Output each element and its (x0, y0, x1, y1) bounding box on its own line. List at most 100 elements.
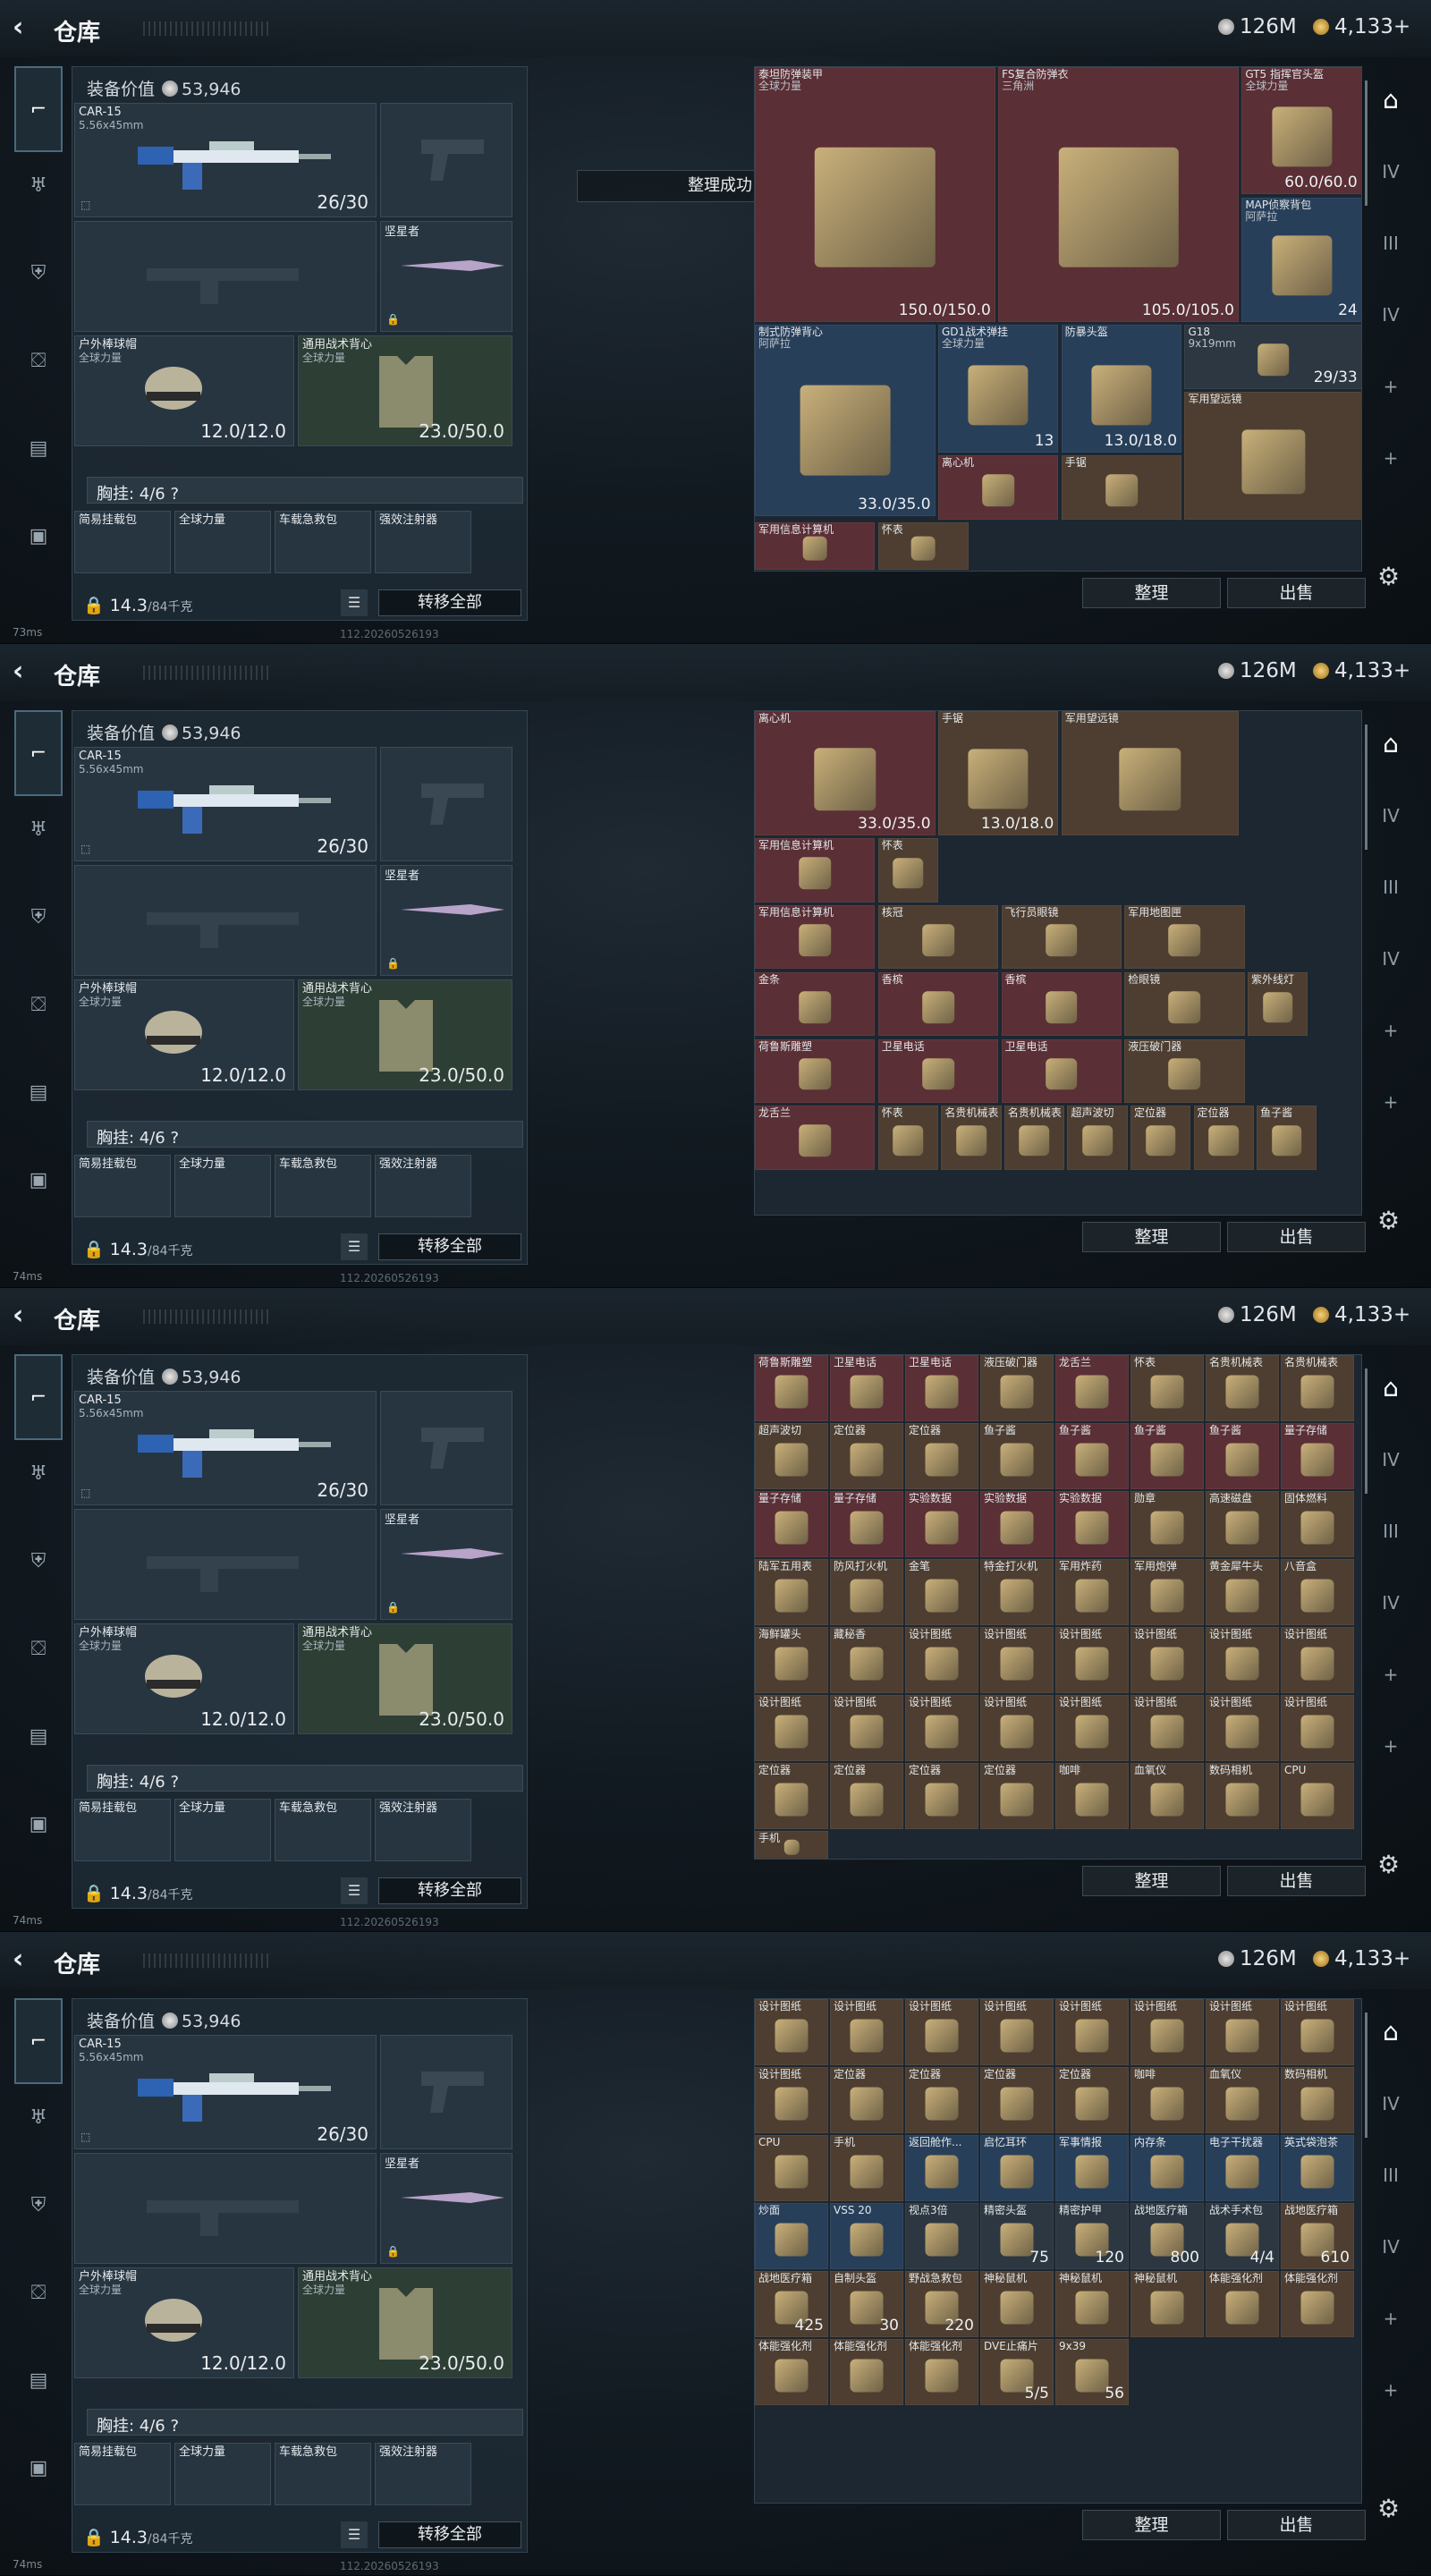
chest-rig-bar[interactable]: 胸挂: 4/6 ? (87, 2409, 523, 2436)
melee-slot[interactable]: 坚星者 🔒 (380, 221, 512, 332)
stash-page-tab[interactable]: + (1371, 438, 1410, 478)
stash-item[interactable]: 定位器 (980, 1763, 1054, 1829)
chest-rig-bar[interactable]: 胸挂: 4/6 ? (87, 1765, 523, 1792)
stash-item[interactable]: MAP侦察背包 阿萨拉 24 (1241, 197, 1361, 322)
stash-item[interactable]: 实验数据 (1055, 1491, 1129, 1557)
weapon-icon[interactable]: ⌐ (14, 1998, 63, 2084)
stash-item[interactable]: 定位器 (830, 1423, 903, 1489)
stash-item[interactable]: 设计图纸 (1206, 1695, 1279, 1761)
stash-item[interactable]: 紫外线灯 (1248, 971, 1308, 1037)
backpack-icon[interactable]: ⛋ (14, 336, 63, 385)
stash-item[interactable]: 卫星电话 (905, 1355, 978, 1421)
home-icon[interactable]: ⌂ (1371, 1368, 1410, 1408)
home-icon[interactable]: ⌂ (1371, 2012, 1410, 2052)
stash-item[interactable]: 名贵机械表 (1206, 1355, 1279, 1421)
stash-item[interactable]: 内存条 (1130, 2135, 1204, 2201)
stash-item[interactable]: 炒面 (755, 2203, 828, 2269)
list-view-icon[interactable]: ☰ (341, 2521, 368, 2548)
helmet-slot[interactable]: 户外棒球帽 全球力量 12.0/12.0 (74, 979, 294, 1090)
stash-page-tab[interactable]: + (1371, 1082, 1410, 1122)
stash-item[interactable]: 量子存储 (1281, 1423, 1354, 1489)
back-arrow-icon[interactable]: ‹ (13, 1945, 23, 1975)
stash-page-tab[interactable]: IV (1371, 1583, 1410, 1623)
stash-item[interactable]: 金笔 (905, 1559, 978, 1625)
stash-item[interactable]: 设计图纸 (1130, 1695, 1204, 1761)
transfer-all-button[interactable]: 转移全部 (378, 1233, 521, 1260)
sell-button[interactable]: 出售 (1227, 1222, 1366, 1252)
case-icon[interactable]: ▣ (14, 1156, 63, 1204)
stash-item[interactable]: 设计图纸 (1055, 1999, 1129, 2065)
stash-item[interactable]: 数码相机 (1206, 1763, 1279, 1829)
stash-item[interactable]: 量子存储 (830, 1491, 903, 1557)
stash-item[interactable]: 战地医疗箱 800 (1130, 2203, 1204, 2269)
chest-rig-slot[interactable]: 强效注射器 (375, 511, 471, 573)
chest-rig-slot[interactable]: 强效注射器 (375, 1155, 471, 1217)
stash-item[interactable]: 八音盒 (1281, 1559, 1354, 1625)
stash-item[interactable]: 名贵机械表 (1003, 1106, 1065, 1170)
vest-icon[interactable]: ⛨ (14, 1537, 63, 1585)
backpack-icon[interactable]: ⛋ (14, 2268, 63, 2317)
stash-item[interactable]: 精密护甲 120 (1055, 2203, 1129, 2269)
sidearm-slot[interactable] (380, 1391, 512, 1505)
stash-item[interactable]: 设计图纸 (905, 1695, 978, 1761)
stash-scrollbar[interactable] (1365, 724, 1367, 850)
armor-icon[interactable]: ♅ (14, 2093, 63, 2141)
chest-rig-bar[interactable]: 胸挂: 4/6 ? (87, 1121, 523, 1148)
stash-item[interactable]: 名贵机械表 (941, 1106, 1002, 1170)
stash-item[interactable]: 定位器 (980, 2067, 1054, 2133)
stash-item[interactable]: 鱼子酱 (980, 1423, 1054, 1489)
stash-item[interactable]: 定位器 (830, 2067, 903, 2133)
stash-item[interactable]: 定位器 (905, 2067, 978, 2133)
stash-item[interactable]: 军用望远镜 (1184, 392, 1361, 520)
stash-item[interactable]: GD1战术弹挂 全球力量 13 (937, 325, 1059, 453)
stash-scrollbar[interactable] (1365, 2012, 1367, 2138)
container-icon[interactable]: ▤ (14, 2356, 63, 2404)
primary-weapon-slot[interactable]: CAR-15 5.56x45mm 26/30 ⬚ (74, 747, 377, 861)
stash-item[interactable]: 神秘鼠机 (980, 2271, 1054, 2337)
container-icon[interactable]: ▤ (14, 1068, 63, 1116)
stash-item[interactable]: 设计图纸 (1281, 1999, 1354, 2065)
chest-rig-slot[interactable]: 全球力量 (174, 2443, 271, 2505)
stash-item[interactable]: 体能强化剂 (905, 2339, 978, 2405)
melee-slot[interactable]: 坚星者 🔒 (380, 865, 512, 976)
transfer-all-button[interactable]: 转移全部 (378, 589, 521, 616)
chest-rig-slot[interactable]: 车载急救包 (275, 1799, 371, 1861)
stash-item[interactable]: 海鲜罐头 (755, 1627, 828, 1693)
gold-currency[interactable]: 4,133+ (1313, 1303, 1410, 1326)
sell-button[interactable]: 出售 (1227, 2510, 1366, 2540)
stash-item[interactable]: 泰坦防弹装甲 全球力量 150.0/150.0 (755, 67, 995, 322)
stash-item[interactable]: 咖啡 (1055, 1763, 1129, 1829)
stash-page-tab[interactable]: III (1371, 868, 1410, 907)
chest-rig-slot[interactable]: 车载急救包 (275, 2443, 371, 2505)
stash-item[interactable]: 设计图纸 (905, 1999, 978, 2065)
vest-slot[interactable]: 通用战术背心 全球力量 23.0/50.0 (298, 335, 512, 446)
stash-item[interactable]: 龙舌兰 (755, 1106, 876, 1170)
stash-item[interactable]: 血氧仪 (1206, 2067, 1279, 2133)
armor-icon[interactable]: ♅ (14, 1449, 63, 1497)
stash-item[interactable]: 体能强化剂 (830, 2339, 903, 2405)
gear-icon[interactable]: ⚙ (1377, 2494, 1400, 2523)
stash-item[interactable]: 定位器 (755, 1763, 828, 1829)
stash-item[interactable]: 设计图纸 (1130, 1999, 1204, 2065)
stash-item[interactable]: DVE止痛片 5/5 (980, 2339, 1054, 2405)
stash-item[interactable]: 高速磁盘 (1206, 1491, 1279, 1557)
stash-item[interactable]: 荷鲁斯雕塑 (755, 1038, 876, 1103)
stash-item[interactable]: 神秘鼠机 (1130, 2271, 1204, 2337)
stash-item[interactable]: 卫星电话 (877, 1038, 999, 1103)
weapon-icon[interactable]: ⌐ (14, 710, 63, 796)
stash-item[interactable]: 液压破门器 (1124, 1038, 1245, 1103)
stash-item[interactable]: 定位器 (905, 1763, 978, 1829)
stash-item[interactable]: 设计图纸 (980, 1627, 1054, 1693)
stash-item[interactable]: 藏秘香 (830, 1627, 903, 1693)
stash-page-tab[interactable]: III (1371, 2156, 1410, 2195)
stash-item[interactable]: 手锯 13.0/18.0 (937, 711, 1059, 835)
container-icon[interactable]: ▤ (14, 424, 63, 472)
vest-icon[interactable]: ⛨ (14, 2181, 63, 2229)
stash-page-tab[interactable]: IV (1371, 152, 1410, 191)
back-arrow-icon[interactable]: ‹ (13, 1301, 23, 1331)
list-view-icon[interactable]: ☰ (341, 1877, 368, 1904)
stash-item[interactable]: 实验数据 (905, 1491, 978, 1557)
gold-currency[interactable]: 4,133+ (1313, 1947, 1410, 1970)
stash-item[interactable]: 设计图纸 (830, 1999, 903, 2065)
stash-page-tab[interactable]: + (1371, 2370, 1410, 2410)
